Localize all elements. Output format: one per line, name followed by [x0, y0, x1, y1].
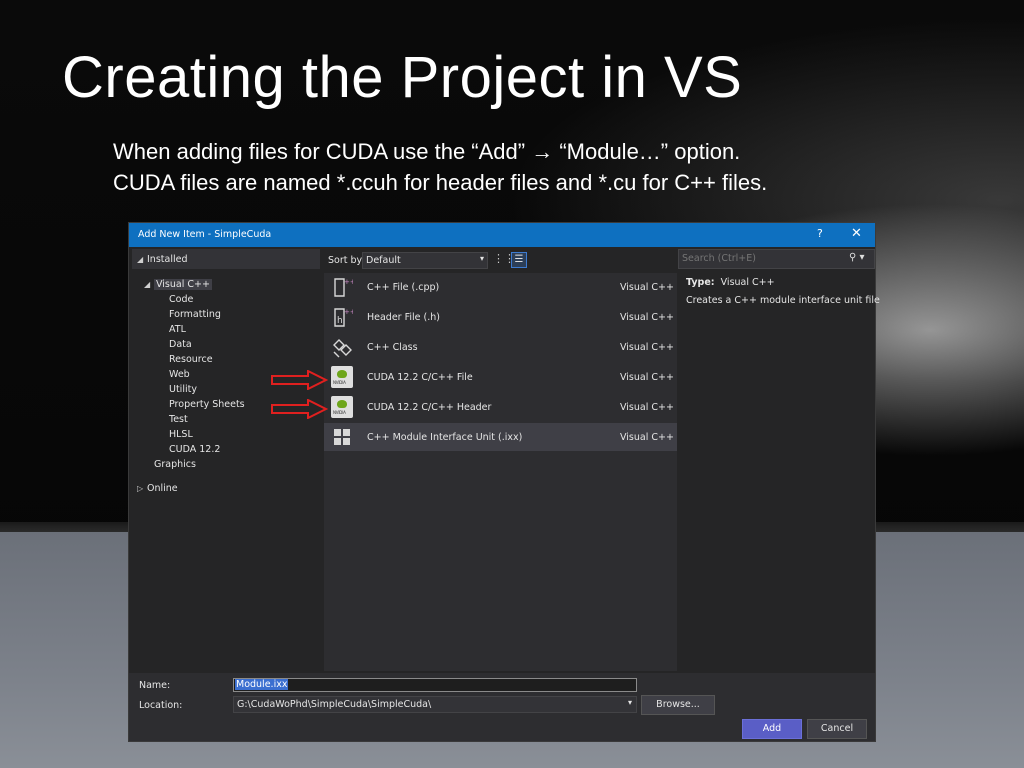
browse-button[interactable]: Browse... [641, 695, 715, 715]
installed-header[interactable]: ◢ Installed [132, 249, 320, 269]
list-view-icon[interactable]: ☰ [511, 252, 527, 268]
tree-item-label: Visual C++ [154, 279, 212, 290]
slide-title: Creating the Project in VS [62, 45, 743, 110]
type-value: Visual C++ [720, 277, 775, 288]
sort-toolbar: Sort by: Default ▾ ⋮⋮ ☰ [324, 249, 677, 271]
dialog-titlebar: Add New Item - SimpleCuda ? ✕ [129, 223, 875, 247]
cpp-class-icon [333, 339, 352, 358]
template-language: Visual C++ [620, 282, 674, 293]
slide-line-1: When adding files for CUDA use the “Add”… [113, 139, 741, 164]
template-name: CUDA 12.2 C/C++ File [367, 372, 473, 383]
tree-item-code[interactable]: Code [169, 294, 193, 305]
tree-item-utility[interactable]: Utility [169, 384, 197, 395]
add-button[interactable]: Add [742, 719, 802, 739]
template-language: Visual C++ [620, 432, 674, 443]
nvidia-icon: NVIDIA [331, 396, 353, 418]
sort-by-value: Default [366, 255, 401, 266]
tree-item-test[interactable]: Test [169, 414, 188, 425]
name-field[interactable]: Module.ixx [233, 678, 637, 692]
name-label: Name: [139, 680, 171, 691]
svg-text:++: ++ [344, 308, 353, 316]
template-language: Visual C++ [620, 312, 674, 323]
search-icon[interactable]: ⚲ ▾ [849, 252, 865, 263]
details-pane: ⚲ ▾ Type: Visual C++ Creates a C++ modul… [678, 249, 880, 671]
collapsed-triangle-icon: ▷ [137, 484, 144, 493]
template-language: Visual C++ [620, 372, 674, 383]
grid-view-icon[interactable]: ⋮⋮ [493, 252, 515, 267]
template-row-header-file[interactable]: h ++ Header File (.h) Visual C++ [324, 303, 677, 331]
location-dropdown[interactable]: G:\CudaWoPhd\SimpleCuda\SimpleCuda\ ▾ [233, 696, 637, 713]
tree-item-online[interactable]: ▷ Online [137, 483, 178, 494]
tree-item-formatting[interactable]: Formatting [169, 309, 221, 320]
annotation-arrow-icon [271, 370, 328, 390]
dropdown-arrow-icon: ▾ [627, 698, 632, 707]
help-button[interactable]: ? [817, 227, 823, 240]
add-new-item-dialog: Add New Item - SimpleCuda ? ✕ ◢ Installed… [128, 222, 880, 742]
tree-item-property-sheets[interactable]: Property Sheets [169, 399, 245, 410]
template-description: Creates a C++ module interface unit file [686, 295, 880, 306]
close-button[interactable]: ✕ [851, 226, 862, 241]
location-label: Location: [139, 700, 183, 711]
tree-item-data[interactable]: Data [169, 339, 192, 350]
template-row-module-interface[interactable]: C++ Module Interface Unit (.ixx) Visual … [324, 423, 677, 451]
tree-item-hlsl[interactable]: HLSL [169, 429, 193, 440]
template-name: C++ File (.cpp) [367, 282, 440, 293]
template-name: Header File (.h) [367, 312, 440, 323]
template-row-cuda-file[interactable]: NVIDIA CUDA 12.2 C/C++ File Visual C++ [324, 363, 677, 391]
template-name: CUDA 12.2 C/C++ Header [367, 402, 492, 413]
tree-item-graphics[interactable]: Graphics [154, 459, 196, 470]
expanded-triangle-icon: ◢ [137, 255, 144, 264]
type-line: Type: Visual C++ [686, 277, 775, 288]
name-value: Module.ixx [235, 679, 289, 690]
location-value: G:\CudaWoPhd\SimpleCuda\SimpleCuda\ [237, 699, 432, 710]
template-name: C++ Class [367, 342, 418, 353]
template-name: C++ Module Interface Unit (.ixx) [367, 432, 523, 443]
search-box[interactable]: ⚲ ▾ [678, 249, 875, 269]
sort-by-label: Sort by: [328, 255, 365, 266]
dialog-title: Add New Item - SimpleCuda [138, 229, 272, 240]
header-file-icon: h ++ [334, 308, 353, 327]
sort-by-dropdown[interactable]: Default ▾ [362, 252, 488, 269]
tree-item-cuda[interactable]: CUDA 12.2 [169, 444, 220, 455]
slide-body: When adding files for CUDA use the “Add”… [113, 136, 767, 198]
template-row-cpp-file[interactable]: ++ C++ File (.cpp) Visual C++ [324, 273, 677, 301]
tree-item-atl[interactable]: ATL [169, 324, 186, 335]
expanded-triangle-icon: ◢ [144, 280, 151, 289]
svg-text:h: h [337, 316, 343, 326]
category-tree: ◢ Installed ◢ Visual C++ Code Formatting A… [132, 249, 320, 671]
template-row-cpp-class[interactable]: C++ Class Visual C++ [324, 333, 677, 361]
template-language: Visual C++ [620, 342, 674, 353]
cancel-button[interactable]: Cancel [807, 719, 867, 739]
dialog-footer: Name: Module.ixx Location: G:\CudaWoPhd\… [129, 673, 875, 741]
svg-text:++: ++ [344, 278, 353, 286]
cpp-file-icon: ++ [334, 278, 353, 297]
type-label: Type: [686, 277, 715, 288]
module-icon [334, 429, 350, 445]
tree-item-label: Online [147, 483, 178, 494]
slide-line-2: CUDA files are named *.ccuh for header f… [113, 170, 768, 195]
installed-label: Installed [147, 254, 188, 265]
tree-item-web[interactable]: Web [169, 369, 190, 380]
template-language: Visual C++ [620, 402, 674, 413]
search-input[interactable] [682, 252, 842, 265]
template-row-cuda-header[interactable]: NVIDIA CUDA 12.2 C/C++ Header Visual C++ [324, 393, 677, 421]
annotation-arrow-icon [271, 399, 328, 419]
template-list: ++ C++ File (.cpp) Visual C++ h ++ Heade… [324, 273, 677, 671]
nvidia-icon: NVIDIA [331, 366, 353, 388]
tree-item-resource[interactable]: Resource [169, 354, 213, 365]
dropdown-arrow-icon: ▾ [479, 254, 484, 263]
tree-item-visual-cpp[interactable]: ◢ Visual C++ [144, 279, 212, 290]
